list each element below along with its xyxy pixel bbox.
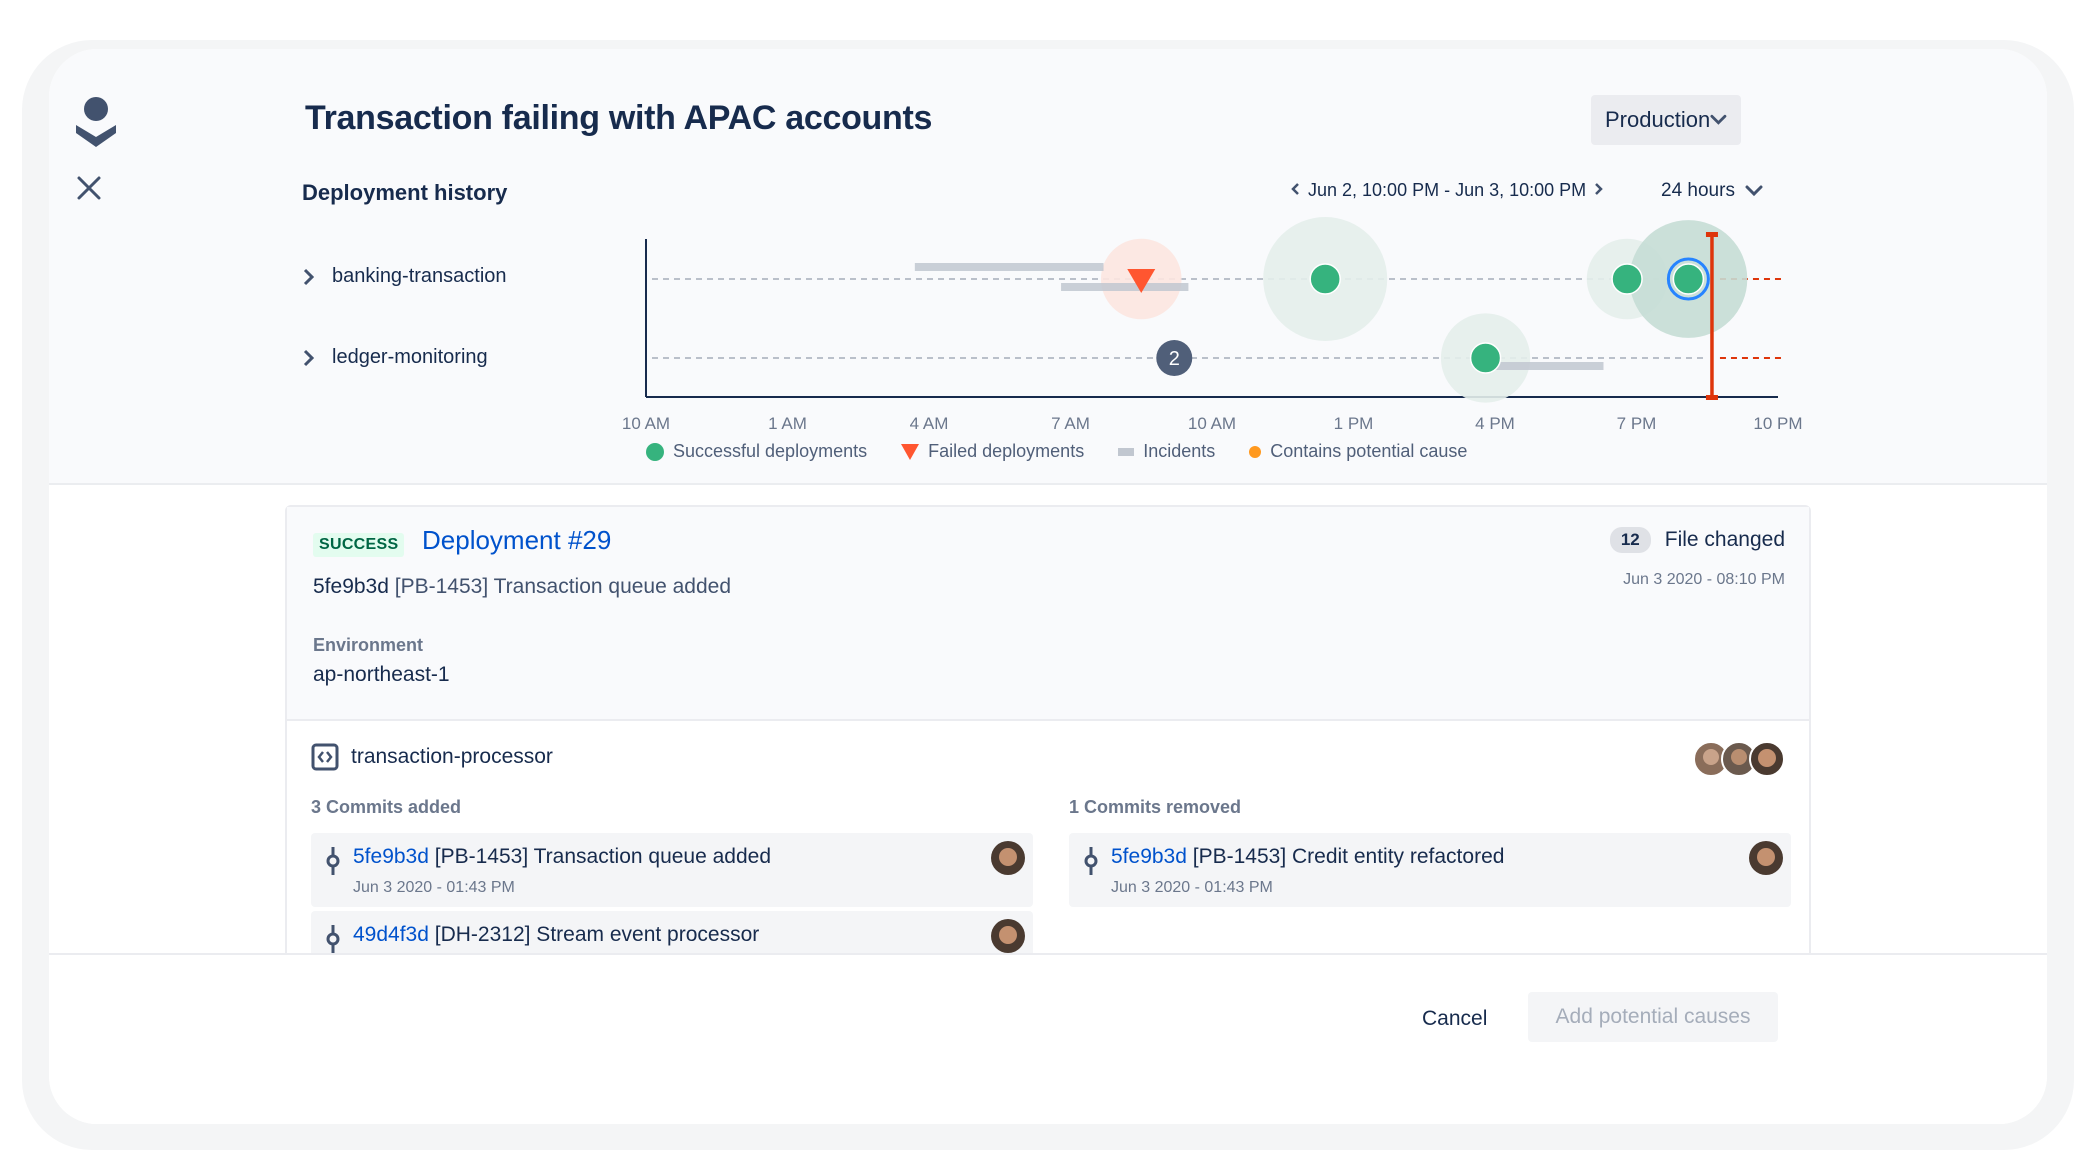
deployment-date: Jun 3 2020 - 08:10 PM <box>1623 571 1785 588</box>
successful-deployment-point[interactable] <box>1672 263 1705 295</box>
legend-label: Failed deployments <box>928 441 1085 461</box>
repository-name: transaction-processor <box>351 745 553 768</box>
commit-item[interactable]: 5fe9b3d [PB-1453] Transaction queue adde… <box>311 833 1033 907</box>
app-logo-icon <box>76 97 116 147</box>
environment-select-value: Production <box>1605 107 1711 132</box>
x-tick-label: 10 AM <box>622 414 670 433</box>
legend-incidents: Incidents <box>1118 441 1215 462</box>
avatar <box>1749 841 1783 875</box>
chevron-right-icon <box>1595 183 1603 195</box>
commit-message: [DH-2312] Stream event processor <box>434 923 760 946</box>
commits-removed-label: 1 Commits removed <box>1069 797 1242 817</box>
commit-message: [PB-1453] Transaction queue added <box>394 575 732 598</box>
prev-range-button[interactable] <box>1290 180 1300 201</box>
successful-deployment-point[interactable] <box>1309 263 1341 295</box>
files-changed-label: File changed <box>1664 528 1785 551</box>
x-tick-label: 1 AM <box>768 414 807 433</box>
incident-bar-icon <box>1118 447 1135 456</box>
commit-message: [PB-1453] Transaction queue added <box>434 845 772 868</box>
git-commit-icon <box>326 847 340 875</box>
legend-successful: Successful deployments <box>646 441 867 462</box>
commits-added-label: 3 Commits added <box>311 797 462 817</box>
commit-hash-link[interactable]: 5fe9b3d <box>1111 845 1187 868</box>
time-window-select[interactable]: 24 hours <box>1661 180 1763 202</box>
commit-hash-link[interactable]: 49d4f3d <box>353 923 429 946</box>
deployment-cluster[interactable] <box>1156 340 1193 376</box>
dialog-footer: Cancel Add potential causes <box>49 953 2047 1124</box>
cancel-button[interactable]: Cancel <box>1412 999 1497 1039</box>
avatar <box>991 841 1025 875</box>
date-range-nav: Jun 2, 10:00 PM - Jun 3, 10:00 PM <box>1290 180 1604 201</box>
x-tick-label: 1 PM <box>1334 414 1374 433</box>
legend-label: Contains potential cause <box>1270 441 1468 461</box>
chevron-down-icon <box>1710 114 1727 125</box>
avatar <box>991 919 1025 953</box>
deployment-history-label: Deployment history <box>302 180 508 205</box>
failed-triangle-icon <box>901 443 920 460</box>
chevron-right-icon <box>303 349 314 366</box>
git-commit-icon <box>326 925 340 953</box>
x-tick-label: 4 AM <box>910 414 949 433</box>
header-section: Transaction failing with APAC accounts P… <box>49 49 2047 485</box>
legend-label: Incidents <box>1143 441 1216 461</box>
potential-cause-dot-icon <box>1249 445 1262 458</box>
repository: transaction-processor <box>311 743 553 771</box>
legend-potential-cause: Contains potential cause <box>1249 441 1467 462</box>
next-range-button[interactable] <box>1594 180 1604 201</box>
files-changed[interactable]: 12 File changed <box>1609 527 1785 553</box>
deployment-commit: 5fe9b3d [PB-1453] Transaction queue adde… <box>313 575 731 599</box>
chevron-left-icon <box>1291 183 1299 195</box>
commit-date: Jun 3 2020 - 01:43 PM <box>1111 879 1273 896</box>
code-repository-icon <box>311 743 339 771</box>
chart-legend: Successful deployments Failed deployment… <box>646 441 1467 462</box>
add-potential-causes-button[interactable]: Add potential causes <box>1528 992 1778 1042</box>
environment-value: ap-northeast-1 <box>313 663 450 686</box>
incident-bar[interactable] <box>1061 283 1189 291</box>
x-tick-label: 4 PM <box>1475 414 1515 433</box>
environment-select[interactable]: Production <box>1591 95 1741 145</box>
close-icon[interactable] <box>76 175 102 201</box>
git-commit-icon <box>1084 847 1098 875</box>
success-dot-icon <box>646 442 664 461</box>
commit-hash: 5fe9b3d <box>313 575 389 598</box>
successful-deployment-point[interactable] <box>1469 342 1502 374</box>
incident-dialog: Transaction failing with APAC accounts P… <box>49 49 2047 1124</box>
chevron-right-icon <box>303 268 314 285</box>
commit-item[interactable]: 5fe9b3d [PB-1453] Credit entity refactor… <box>1069 833 1791 907</box>
commit-message: [PB-1453] Credit entity refactored <box>1192 845 1505 868</box>
x-tick-label: 10 AM <box>1188 414 1236 433</box>
successful-deployment-point[interactable] <box>1611 263 1643 295</box>
contributors-avatars[interactable] <box>1693 741 1785 777</box>
service-name: ledger-monitoring <box>332 346 488 368</box>
service-row-ledger-monitoring[interactable]: ledger-monitoring <box>302 346 488 369</box>
x-tick-label: 7 AM <box>1051 414 1090 433</box>
deployment-link[interactable]: Deployment #29 <box>422 525 611 556</box>
files-changed-count: 12 <box>1609 527 1651 553</box>
environment-label: Environment <box>313 635 424 655</box>
date-range-text: Jun 2, 10:00 PM - Jun 3, 10:00 PM <box>1308 180 1587 200</box>
service-row-banking-transaction[interactable]: banking-transaction <box>302 265 507 288</box>
x-tick-label: 10 PM <box>1753 414 1802 433</box>
chevron-down-icon <box>1745 185 1763 197</box>
service-name: banking-transaction <box>332 265 507 287</box>
commit-hash-link[interactable]: 5fe9b3d <box>353 845 429 868</box>
legend-label: Successful deployments <box>673 441 868 461</box>
commit-date: Jun 3 2020 - 01:43 PM <box>353 879 515 896</box>
avatar <box>1749 741 1785 777</box>
legend-failed: Failed deployments <box>901 441 1084 462</box>
commit-text: 5fe9b3d [PB-1453] Transaction queue adde… <box>353 845 771 869</box>
incident-bar[interactable] <box>914 263 1104 271</box>
commit-text: 5fe9b3d [PB-1453] Credit entity refactor… <box>1111 845 1504 869</box>
time-window-value: 24 hours <box>1661 180 1735 201</box>
deployment-summary: SUCCESS Deployment #29 5fe9b3d [PB-1453]… <box>287 507 1809 721</box>
page-title: Transaction failing with APAC accounts <box>305 99 933 137</box>
commit-text: 49d4f3d [DH-2312] Stream event processor <box>353 923 759 947</box>
x-tick-label: 7 PM <box>1617 414 1657 433</box>
status-badge: SUCCESS <box>313 533 405 557</box>
